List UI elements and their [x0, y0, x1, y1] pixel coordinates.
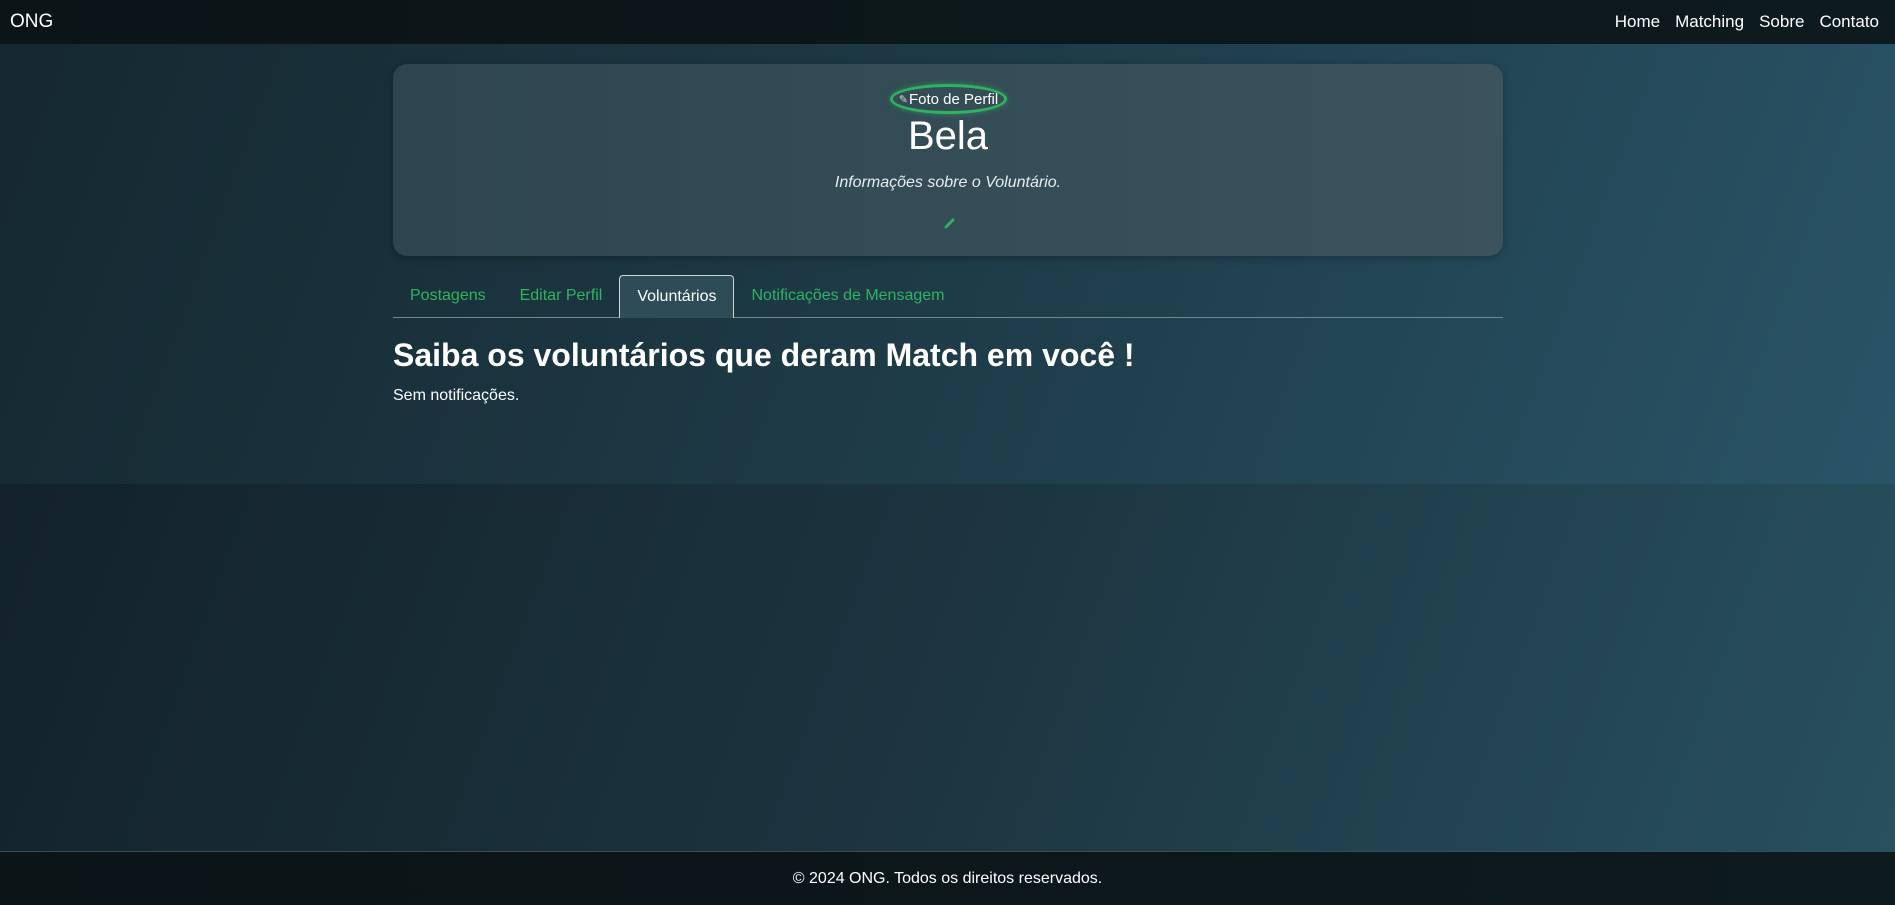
section-title: Saiba os voluntários que deram Match em …	[393, 337, 1135, 373]
avatar-alt-text: Foto de Perfil	[909, 90, 999, 108]
profile-card: ✎ Foto de Perfil Bela Informações sobre …	[393, 64, 1503, 256]
tab-notificacoes-mensagem[interactable]: Notificações de Mensagem	[734, 275, 961, 317]
nav-link-home[interactable]: Home	[1615, 12, 1660, 32]
nav-link-sobre[interactable]: Sobre	[1759, 12, 1804, 32]
tab-postagens[interactable]: Postagens	[393, 275, 503, 317]
pencil-icon[interactable]	[942, 214, 958, 230]
brand-logo[interactable]: ONG	[10, 11, 53, 33]
nav-link-matching[interactable]: Matching	[1675, 12, 1744, 32]
top-navbar: ONG Home Matching Sobre Contato	[0, 0, 1895, 44]
tab-editar-perfil[interactable]: Editar Perfil	[503, 275, 620, 317]
nav-link-contato[interactable]: Contato	[1819, 12, 1879, 32]
profile-info: Informações sobre o Voluntário.	[834, 174, 1062, 191]
nav-links: Home Matching Sobre Contato	[1615, 12, 1885, 32]
empty-state-text: Sem notificações.	[393, 387, 520, 404]
tab-voluntarios[interactable]: Voluntários	[619, 275, 735, 318]
lower-background	[0, 484, 1895, 851]
avatar: ✎ Foto de Perfil	[890, 84, 1007, 114]
profile-tabs: Postagens Editar Perfil Voluntários Noti…	[393, 275, 1503, 318]
broken-image-icon: ✎	[898, 93, 908, 106]
footer-copyright: © 2024 ONG. Todos os direitos reservados…	[792, 869, 1103, 887]
footer: © 2024 ONG. Todos os direitos reservados…	[0, 851, 1895, 905]
profile-name: Bela	[907, 114, 989, 158]
